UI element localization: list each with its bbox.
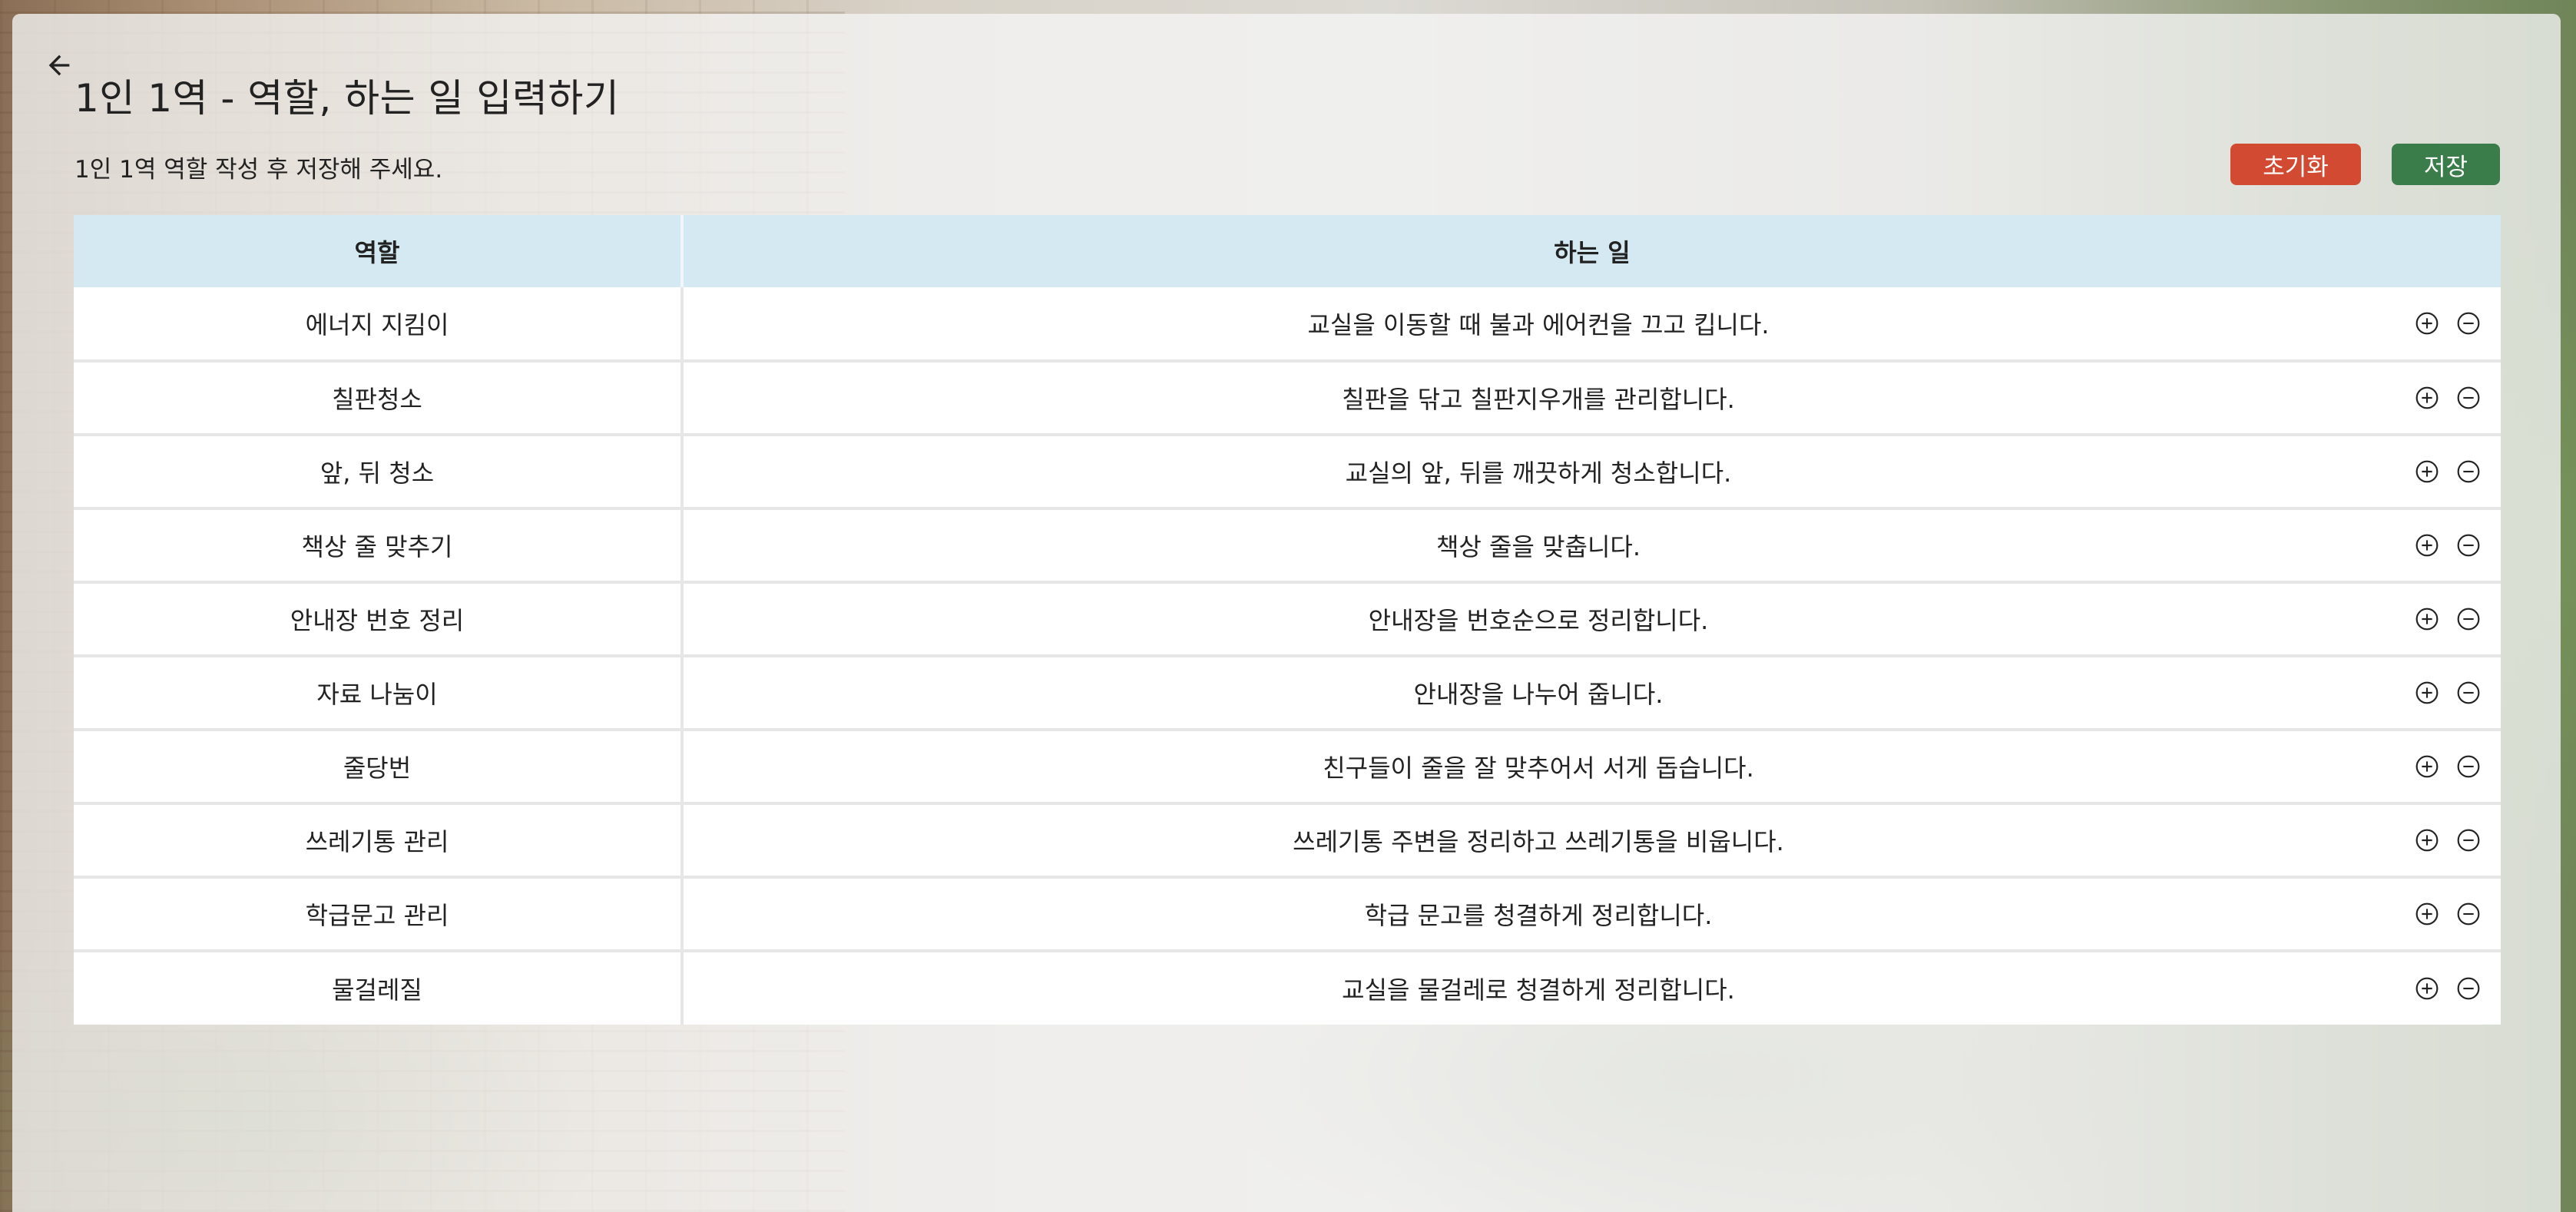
role-cell[interactable]: 책상 줄 맞추기 <box>74 508 684 584</box>
task-text: 칠판을 닦고 칠판지우개를 관리합니다. <box>1342 385 1735 414</box>
plus-circle-icon[interactable] <box>2415 828 2439 853</box>
table-row: 앞, 뒤 청소 교실의 앞, 뒤를 깨끗하게 청소합니다. <box>74 435 2501 510</box>
minus-circle-icon[interactable] <box>2456 976 2481 1001</box>
plus-circle-icon[interactable] <box>2415 459 2439 484</box>
task-column-header: 하는 일 <box>682 215 2501 287</box>
role-cell[interactable]: 에너지 지킴이 <box>74 287 684 363</box>
table-row: 자료 나눔이 안내장을 나누어 줍니다. <box>74 656 2501 731</box>
task-text: 교실을 이동할 때 불과 에어컨을 끄고 킵니다. <box>1307 310 1770 339</box>
table-row: 줄당번 친구들이 줄을 잘 맞추어서 서게 돕습니다. <box>74 730 2501 805</box>
role-cell[interactable]: 줄당번 <box>74 730 684 805</box>
task-text: 책상 줄을 맞춥니다. <box>1435 532 1641 561</box>
task-cell[interactable]: 교실을 이동할 때 불과 에어컨을 끄고 킵니다. <box>682 287 2501 363</box>
minus-circle-icon[interactable] <box>2456 386 2481 410</box>
table-body: 에너지 지킴이 교실을 이동할 때 불과 에어컨을 끄고 킵니다. 칠판청소 칠판을 … <box>74 287 2501 1025</box>
minus-circle-icon[interactable] <box>2456 902 2481 926</box>
role-cell[interactable]: 자료 나눔이 <box>74 656 684 731</box>
table-row: 칠판청소 칠판을 닦고 칠판지우개를 관리합니다. <box>74 361 2501 436</box>
row-actions <box>2415 459 2481 484</box>
table-row: 학급문고 관리 학급 문고를 청결하게 정리합니다. <box>74 877 2501 952</box>
task-cell[interactable]: 칠판을 닦고 칠판지우개를 관리합니다. <box>682 361 2501 436</box>
plus-circle-icon[interactable] <box>2415 386 2439 410</box>
row-actions <box>2415 607 2481 631</box>
task-cell[interactable]: 책상 줄을 맞춥니다. <box>682 508 2501 584</box>
table-row: 쓰레기통 관리 쓰레기통 주변을 정리하고 쓰레기통을 비웁니다. <box>74 803 2501 879</box>
task-text: 안내장을 번호순으로 정리합니다. <box>1368 606 1709 635</box>
table-row: 책상 줄 맞추기 책상 줄을 맞춥니다. <box>74 508 2501 584</box>
role-cell[interactable]: 쓰레기통 관리 <box>74 803 684 879</box>
plus-circle-icon[interactable] <box>2415 976 2439 1001</box>
page-title: 1인 1역 - 역할, 하는 일 입력하기 <box>74 76 620 121</box>
role-cell[interactable]: 앞, 뒤 청소 <box>74 435 684 510</box>
task-text: 쓰레기통 주변을 정리하고 쓰레기통을 비웁니다. <box>1293 827 1784 856</box>
role-column-header: 역할 <box>74 215 684 287</box>
row-actions <box>2415 754 2481 779</box>
role-cell[interactable]: 칠판청소 <box>74 361 684 436</box>
row-actions <box>2415 533 2481 558</box>
row-actions <box>2415 828 2481 853</box>
row-actions <box>2415 311 2481 336</box>
row-actions <box>2415 681 2481 705</box>
page-subtitle: 1인 1역 역할 작성 후 저장해 주세요. <box>74 156 443 184</box>
plus-circle-icon[interactable] <box>2415 311 2439 336</box>
minus-circle-icon[interactable] <box>2456 459 2481 484</box>
plus-circle-icon[interactable] <box>2415 754 2439 779</box>
task-cell[interactable]: 학급 문고를 청결하게 정리합니다. <box>682 877 2501 952</box>
task-cell[interactable]: 교실의 앞, 뒤를 깨끗하게 청소합니다. <box>682 435 2501 510</box>
minus-circle-icon[interactable] <box>2456 754 2481 779</box>
row-actions <box>2415 976 2481 1001</box>
row-actions <box>2415 386 2481 410</box>
minus-circle-icon[interactable] <box>2456 607 2481 631</box>
task-text: 학급 문고를 청결하게 정리합니다. <box>1364 901 1713 930</box>
task-cell[interactable]: 안내장을 나누어 줍니다. <box>682 656 2501 731</box>
minus-circle-icon[interactable] <box>2456 311 2481 336</box>
table-header-row: 역할 하는 일 <box>74 215 2501 287</box>
roles-table: 역할 하는 일 에너지 지킴이 교실을 이동할 때 불과 에어컨을 끄고 킵니다.… <box>74 215 2501 1025</box>
task-cell[interactable]: 쓰레기통 주변을 정리하고 쓰레기통을 비웁니다. <box>682 803 2501 879</box>
role-cell[interactable]: 물걸레질 <box>74 951 684 1025</box>
task-cell[interactable]: 안내장을 번호순으로 정리합니다. <box>682 582 2501 657</box>
arrow-left-icon <box>48 55 70 76</box>
row-actions <box>2415 902 2481 926</box>
minus-circle-icon[interactable] <box>2456 828 2481 853</box>
role-cell[interactable]: 안내장 번호 정리 <box>74 582 684 657</box>
reset-button[interactable]: 초기화 <box>2230 144 2361 185</box>
task-text: 안내장을 나누어 줍니다. <box>1413 680 1664 709</box>
role-cell[interactable]: 학급문고 관리 <box>74 877 684 952</box>
plus-circle-icon[interactable] <box>2415 533 2439 558</box>
table-row: 에너지 지킴이 교실을 이동할 때 불과 에어컨을 끄고 킵니다. <box>74 287 2501 363</box>
task-cell[interactable]: 친구들이 줄을 잘 맞추어서 서게 돕습니다. <box>682 730 2501 805</box>
plus-circle-icon[interactable] <box>2415 902 2439 926</box>
task-text: 교실의 앞, 뒤를 깨끗하게 청소합니다. <box>1345 459 1732 488</box>
table-row: 물걸레질 교실을 물걸레로 청결하게 정리합니다. <box>74 951 2501 1025</box>
task-text: 친구들이 줄을 잘 맞추어서 서게 돕습니다. <box>1323 753 1754 783</box>
save-button[interactable]: 저장 <box>2392 144 2500 185</box>
minus-circle-icon[interactable] <box>2456 533 2481 558</box>
minus-circle-icon[interactable] <box>2456 681 2481 705</box>
task-cell[interactable]: 교실을 물걸레로 청결하게 정리합니다. <box>682 951 2501 1025</box>
task-text: 교실을 물걸레로 청결하게 정리합니다. <box>1342 975 1735 1005</box>
table-row: 안내장 번호 정리 안내장을 번호순으로 정리합니다. <box>74 582 2501 657</box>
plus-circle-icon[interactable] <box>2415 681 2439 705</box>
back-button[interactable] <box>38 45 80 86</box>
plus-circle-icon[interactable] <box>2415 607 2439 631</box>
